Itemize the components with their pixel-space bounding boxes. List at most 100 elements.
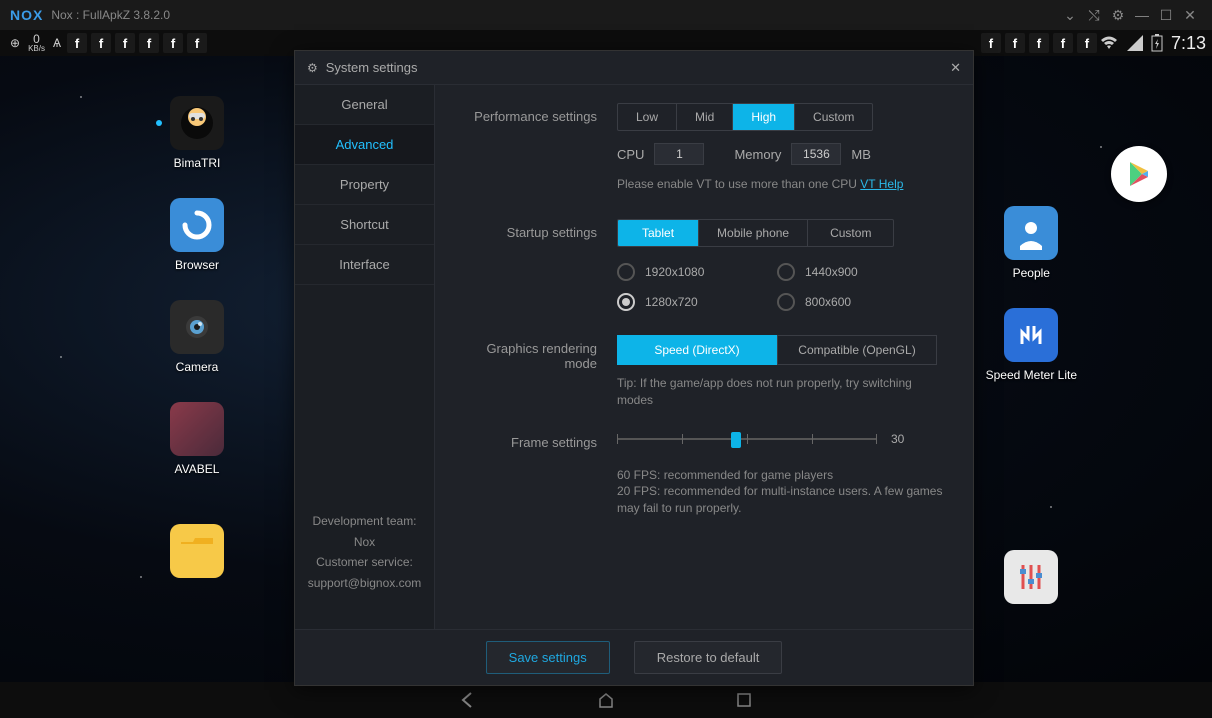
app-column-right: People Speed Meter Lite [986,206,1077,604]
support-email: support@bignox.com [303,573,426,593]
app-equalizer[interactable] [986,550,1077,604]
modal-header: ⚙ System settings ✕ [295,51,973,85]
frame-label: Frame settings [457,429,617,450]
memory-unit: MB [851,147,871,162]
signal-icon [1127,35,1143,51]
maximize-button[interactable]: ☐ [1154,3,1178,27]
app-browser[interactable]: Browser [170,198,224,272]
facebook-icon: f [187,33,207,53]
startup-tablet-button[interactable]: Tablet [618,220,698,246]
render-speed-button[interactable]: Speed (DirectX) [617,335,777,365]
perf-high-button[interactable]: High [732,104,794,130]
fps-slider[interactable] [617,429,877,449]
tab-advanced[interactable]: Advanced [295,125,434,165]
facebook-icon: f [1077,33,1097,53]
slider-thumb[interactable] [731,432,741,448]
system-settings-modal: ⚙ System settings ✕ General Advanced Pro… [294,50,974,686]
tab-property[interactable]: Property [295,165,434,205]
network-speed-badge: 0 KB/s [28,33,45,53]
clock: 7:13 [1171,33,1206,54]
chevron-down-icon[interactable]: ⌄ [1058,3,1082,27]
app-camera[interactable]: Camera [170,300,224,374]
add-icon: ⊕ [10,37,20,49]
close-modal-button[interactable]: ✕ [950,60,961,76]
rendering-tip: Tip: If the game/app does not run proper… [617,375,951,409]
performance-label: Performance settings [457,103,617,124]
home-button[interactable] [597,691,615,709]
tab-general[interactable]: General [295,85,434,125]
app-label: AVABEL [175,462,220,476]
facebook-icon: f [1053,33,1073,53]
apk-icon: Ѧ [53,37,61,49]
fps-value: 30 [891,432,904,446]
active-dot-icon [156,120,162,126]
startup-mobile-button[interactable]: Mobile phone [698,220,807,246]
dev-team-text: Development team: Nox [303,511,426,552]
perf-custom-button[interactable]: Custom [794,104,872,130]
facebook-icon: f [91,33,111,53]
app-label: Browser [175,258,219,272]
app-avabel[interactable]: AVABEL [170,402,224,476]
perf-mid-button[interactable]: Mid [676,104,732,130]
minimize-button[interactable]: — [1130,3,1154,27]
rendering-group: Speed (DirectX) Compatible (OpenGL) [617,335,937,365]
app-label: Speed Meter Lite [986,368,1077,382]
gear-icon: ⚙ [307,61,318,75]
vt-help-link[interactable]: VT Help [860,177,903,191]
settings-content: Performance settings Low Mid High Custom… [435,85,973,629]
tab-shortcut[interactable]: Shortcut [295,205,434,245]
wifi-icon [1099,35,1119,51]
facebook-icon: f [1029,33,1049,53]
startup-custom-button[interactable]: Custom [807,220,893,246]
rendering-label: Graphics rendering mode [457,335,617,371]
res-1280x720-radio[interactable]: 1280x720 [617,293,757,311]
battery-icon [1151,34,1163,52]
res-1440x900-radio[interactable]: 1440x900 [777,263,917,281]
cpu-input[interactable] [654,143,704,165]
fps-note-20: 20 FPS: recommended for multi-instance u… [617,483,951,517]
app-files[interactable] [170,524,224,578]
window-title: Nox : FullApkZ 3.8.2.0 [51,8,170,22]
facebook-icon: f [981,33,1001,53]
facebook-icon: f [1005,33,1025,53]
app-label: Camera [176,360,219,374]
performance-group: Low Mid High Custom [617,103,873,131]
app-people[interactable]: People [986,206,1077,280]
play-store-fab[interactable] [1111,146,1167,202]
facebook-icon: f [115,33,135,53]
startup-group: Tablet Mobile phone Custom [617,219,894,247]
res-1920x1080-radio[interactable]: 1920x1080 [617,263,757,281]
save-settings-button[interactable]: Save settings [486,641,610,674]
modal-title: System settings [326,60,418,75]
cpu-label: CPU [617,147,644,162]
settings-sidenav: General Advanced Property Shortcut Inter… [295,85,435,629]
close-window-button[interactable]: ✕ [1178,3,1202,27]
android-nav-bar [0,682,1212,718]
back-button[interactable] [459,691,477,709]
fps-note-60: 60 FPS: recommended for game players [617,467,951,484]
restore-default-button[interactable]: Restore to default [634,641,783,674]
vt-note-text: Please enable VT to use more than one CP… [617,177,857,191]
app-bimatri[interactable]: BimaTRI [170,96,224,170]
recent-apps-button[interactable] [735,691,753,709]
modal-footer: Save settings Restore to default [295,629,973,685]
sidenav-footer: Development team: Nox Customer service: … [295,491,434,629]
app-label: People [1013,266,1050,280]
res-800x600-radio[interactable]: 800x600 [777,293,917,311]
facebook-icon: f [67,33,87,53]
facebook-icon: f [163,33,183,53]
app-speed-meter[interactable]: Speed Meter Lite [986,308,1077,382]
app-column-left: BimaTRI Browser Camera AVABEL [170,96,224,578]
app-label: BimaTRI [174,156,221,170]
memory-input[interactable] [791,143,841,165]
shuffle-icon[interactable]: ⤭ [1082,3,1106,27]
facebook-icon: f [139,33,159,53]
gear-icon[interactable]: ⚙ [1106,3,1130,27]
nox-logo: NOX [10,7,43,23]
customer-service-text: Customer service: [303,552,426,572]
tab-interface[interactable]: Interface [295,245,434,285]
perf-low-button[interactable]: Low [618,104,676,130]
memory-label: Memory [734,147,781,162]
startup-label: Startup settings [457,219,617,240]
render-compat-button[interactable]: Compatible (OpenGL) [777,335,937,365]
